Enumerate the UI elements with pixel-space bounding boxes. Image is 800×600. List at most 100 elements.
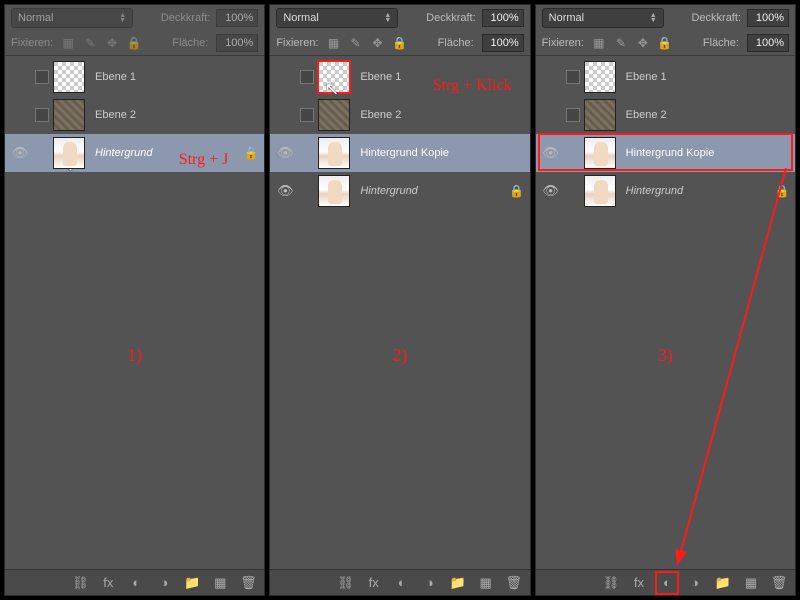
layer-thumbnail[interactable] <box>53 137 85 169</box>
layer-name[interactable]: Hintergrund <box>620 185 769 197</box>
lock-label: Fixieren: <box>542 37 584 49</box>
layer-name[interactable]: Ebene 1 <box>354 71 525 83</box>
new-icon[interactable]: ▦ <box>212 575 228 591</box>
layer-row[interactable]: 👁Hintergrund🔒 <box>536 172 795 210</box>
group-icon[interactable]: 📁 <box>715 575 731 591</box>
lock-all-icon[interactable]: 🔒 <box>393 36 407 50</box>
layer-checkbox[interactable] <box>35 108 49 122</box>
layer-row[interactable]: 👁Ebene 2 <box>536 96 795 134</box>
adjust-icon[interactable]: ◑ <box>422 575 438 591</box>
layer-row[interactable]: 👁Hintergrund🔒 <box>5 134 264 172</box>
visibility-eye-icon[interactable]: 👁 <box>540 172 562 210</box>
layer-name[interactable]: Hintergrund <box>89 147 238 159</box>
layer-checkbox[interactable] <box>35 70 49 84</box>
layer-name[interactable]: Ebene 1 <box>620 71 791 83</box>
lock-transparent-icon[interactable]: ▦ <box>592 36 606 50</box>
group-icon[interactable]: 📁 <box>184 575 200 591</box>
lock-move-icon[interactable]: ✥ <box>105 36 119 50</box>
layer-thumbnail[interactable] <box>584 61 616 93</box>
new-icon[interactable]: ▦ <box>743 575 759 591</box>
lock-move-icon[interactable]: ✥ <box>636 36 650 50</box>
mask-icon[interactable]: ◐ <box>394 575 410 591</box>
link-icon[interactable]: ⛓ <box>603 575 619 591</box>
blend-opacity-bar: Normal▲▼Deckkraft:100% <box>5 5 264 31</box>
layer-name[interactable]: Hintergrund Kopie <box>620 147 791 159</box>
lock-transparent-icon[interactable]: ▦ <box>61 36 75 50</box>
layer-row[interactable]: 👁 Hintergrund Kopie <box>270 134 529 172</box>
blend-mode-select[interactable]: Normal▲▼ <box>542 8 664 28</box>
layer-row[interactable]: 👁Ebene 1 <box>536 58 795 96</box>
layer-row[interactable]: 👁Ebene 2 <box>270 96 529 134</box>
layer-name[interactable]: Hintergrund Kopie <box>354 147 525 159</box>
lock-brush-icon[interactable]: ✎ <box>349 36 363 50</box>
visibility-eye-icon[interactable]: 👁 <box>9 134 31 172</box>
layers-panel-1: Normal▲▼Deckkraft:100%Fixieren:▦✎✥🔒Fläch… <box>4 4 265 596</box>
lock-fill-bar: Fixieren:▦✎✥🔒Fläche:100% <box>536 31 795 55</box>
layer-thumbnail[interactable] <box>584 137 616 169</box>
layer-checkbox[interactable] <box>566 70 580 84</box>
opacity-label: Deckkraft: <box>691 12 741 24</box>
visibility-eye-icon[interactable]: 👁 <box>274 134 296 172</box>
fill-value[interactable]: 100% <box>216 34 258 52</box>
layer-row[interactable]: 👁 Hintergrund Kopie <box>536 134 795 172</box>
visibility-eye-icon[interactable]: 👁 <box>274 172 296 210</box>
lock-move-icon[interactable]: ✥ <box>371 36 385 50</box>
mask-icon[interactable]: ◐ <box>128 575 144 591</box>
lock-fill-bar: Fixieren:▦✎✥🔒Fläche:100% <box>5 31 264 55</box>
layer-name[interactable]: Ebene 2 <box>89 109 260 121</box>
layer-thumbnail[interactable] <box>318 137 350 169</box>
adjust-icon[interactable]: ◑ <box>687 575 703 591</box>
stepper-icon: ▲▼ <box>384 13 391 23</box>
mask-icon[interactable]: ◐ <box>659 575 675 591</box>
lock-brush-icon[interactable]: ✎ <box>83 36 97 50</box>
blend-mode-select[interactable]: Normal▲▼ <box>11 8 133 28</box>
layer-checkbox[interactable] <box>566 108 580 122</box>
opacity-value[interactable]: 100% <box>482 9 524 27</box>
lock-transparent-icon[interactable]: ▦ <box>327 36 341 50</box>
layer-checkbox[interactable] <box>300 108 314 122</box>
fx-icon[interactable]: fx <box>366 575 382 591</box>
link-icon[interactable]: ⛓ <box>338 575 354 591</box>
new-icon[interactable]: ▦ <box>478 575 494 591</box>
layer-row[interactable]: 👁Ebene 1 <box>270 58 529 96</box>
layer-thumbnail[interactable] <box>318 175 350 207</box>
layer-name[interactable]: Ebene 1 <box>89 71 260 83</box>
adjust-icon[interactable]: ◑ <box>156 575 172 591</box>
layer-thumbnail[interactable] <box>318 99 350 131</box>
layer-name[interactable]: Hintergrund <box>354 185 503 197</box>
group-icon[interactable]: 📁 <box>450 575 466 591</box>
fx-icon[interactable]: fx <box>100 575 116 591</box>
lock-all-icon[interactable]: 🔒 <box>127 36 141 50</box>
layer-thumbnail[interactable] <box>53 61 85 93</box>
layer-thumbnail[interactable] <box>584 175 616 207</box>
layer-thumbnail[interactable] <box>53 99 85 131</box>
link-icon[interactable]: ⛓ <box>72 575 88 591</box>
fill-value[interactable]: 100% <box>747 34 789 52</box>
lock-label: Fixieren: <box>11 37 53 49</box>
opacity-label: Deckkraft: <box>426 12 476 24</box>
layer-panel-footer: ⛓ fx ◐ ◑ 📁 ▦ 🗑 <box>270 569 529 595</box>
layer-name[interactable]: Ebene 2 <box>354 109 525 121</box>
layer-panel-footer: ⛓ fx ◐ ◑ 📁 ▦ 🗑 <box>5 569 264 595</box>
visibility-eye-icon[interactable]: 👁 <box>540 134 562 172</box>
opacity-value[interactable]: 100% <box>747 9 789 27</box>
layer-row[interactable]: 👁Ebene 2 <box>5 96 264 134</box>
blend-mode-select[interactable]: Normal▲▼ <box>276 8 398 28</box>
layers-panel-3: Normal▲▼Deckkraft:100%Fixieren:▦✎✥🔒Fläch… <box>535 4 796 596</box>
layer-thumbnail[interactable] <box>318 61 350 93</box>
lock-all-icon[interactable]: 🔒 <box>658 36 672 50</box>
trash-icon[interactable]: 🗑 <box>771 575 787 591</box>
lock-fill-bar: Fixieren:▦✎✥🔒Fläche:100% <box>270 31 529 55</box>
layer-row[interactable]: 👁Hintergrund🔒 <box>270 172 529 210</box>
layer-thumbnail[interactable] <box>584 99 616 131</box>
layer-row[interactable]: 👁Ebene 1 <box>5 58 264 96</box>
fx-icon[interactable]: fx <box>631 575 647 591</box>
trash-icon[interactable]: 🗑 <box>240 575 256 591</box>
layer-name[interactable]: Ebene 2 <box>620 109 791 121</box>
layer-checkbox[interactable] <box>300 70 314 84</box>
trash-icon[interactable]: 🗑 <box>506 575 522 591</box>
lock-brush-icon[interactable]: ✎ <box>614 36 628 50</box>
lock-icons: ▦ ✎ ✥ 🔒 <box>61 36 141 50</box>
fill-value[interactable]: 100% <box>482 34 524 52</box>
opacity-value[interactable]: 100% <box>216 9 258 27</box>
